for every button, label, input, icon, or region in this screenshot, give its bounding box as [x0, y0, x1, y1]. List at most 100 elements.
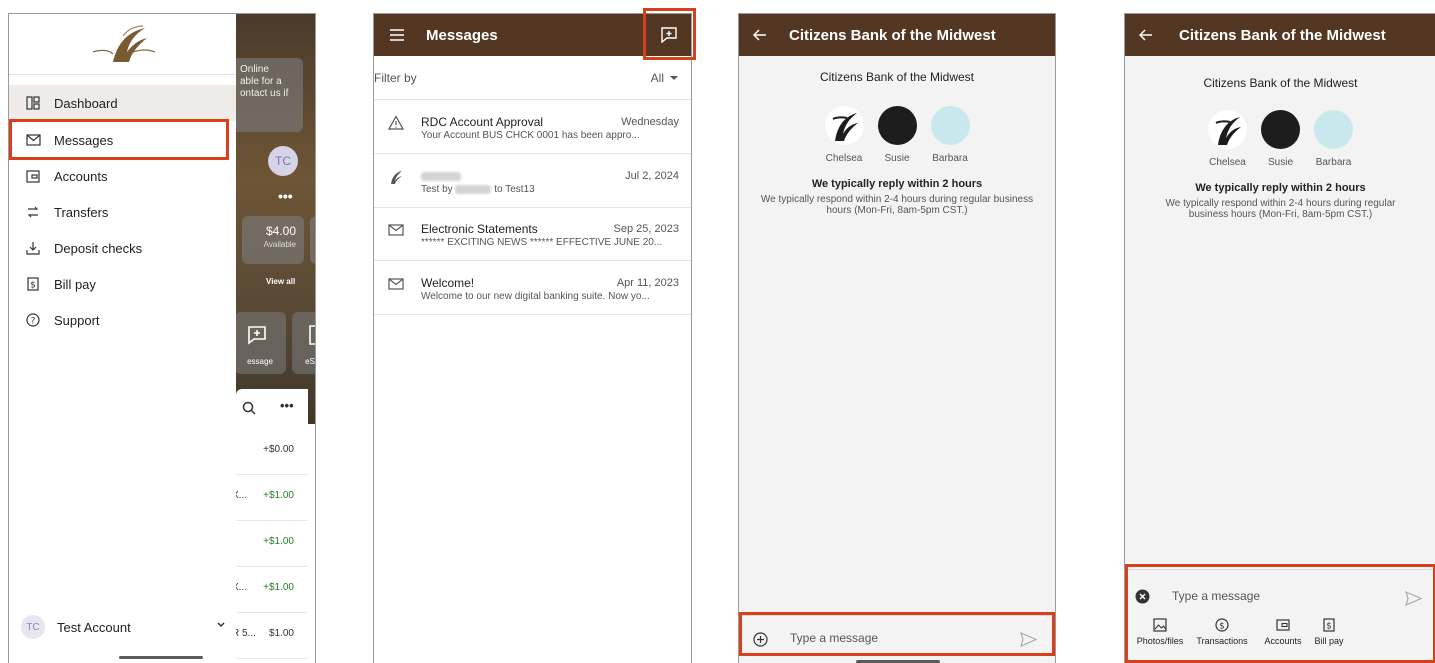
message-row[interactable]: Jul 2, 2024 Test by to Test13 [374, 155, 691, 208]
message-preview: ****** EXCITING NEWS ****** EFFECTIVE JU… [421, 237, 663, 248]
more-icon[interactable]: ••• [280, 398, 294, 413]
attach-accounts-button[interactable]: Accounts [1259, 618, 1307, 646]
help-icon: ? [25, 312, 41, 328]
attach-photos-button[interactable]: Photos/files [1133, 618, 1187, 646]
back-arrow-icon[interactable] [753, 29, 767, 41]
new-message-icon [248, 326, 266, 345]
banner-line: able for a [240, 76, 282, 87]
transaction-amount: $1.00 [268, 628, 294, 639]
banner-line: Online [240, 64, 269, 75]
message-subject: Welcome! [421, 276, 475, 290]
transaction-amount: +$1.00 [263, 490, 294, 501]
page-title: Citizens Bank of the Midwest [789, 26, 996, 44]
message-row[interactable]: Electronic Statements Sep 25, 2023 *****… [374, 208, 691, 261]
menu-item-deposit-checks[interactable]: Deposit checks [9, 230, 236, 266]
attach-transactions-button[interactable]: $ Transactions [1191, 618, 1253, 646]
transaction-desc: X... [236, 490, 248, 501]
warning-icon [388, 115, 404, 130]
menu-item-label: Support [54, 312, 100, 328]
wallet-icon [25, 168, 41, 184]
more-icon[interactable]: ••• [278, 188, 293, 204]
send-icon[interactable] [1020, 632, 1037, 647]
conversation-screen: Citizens Bank of the Midwest Citizens Ba… [738, 13, 1056, 663]
agent-name: Chelsea [825, 153, 863, 164]
quick-action-label: eStater [305, 357, 316, 366]
avatar[interactable]: TC [268, 146, 298, 176]
wallet-icon [1276, 619, 1290, 631]
mail-icon [388, 278, 404, 290]
menu-icon[interactable] [390, 29, 404, 41]
messages-screen: Messages Filter by All RDC Account Appro… [373, 13, 692, 663]
message-input[interactable]: Type a message [1172, 589, 1260, 603]
dashboard-icon [25, 95, 41, 111]
transaction-row[interactable]: +$0.00 [236, 429, 308, 475]
message-row[interactable]: RDC Account Approval Wednesday Your Acco… [374, 101, 691, 154]
transaction-row[interactable]: X... +$1.00 [236, 567, 308, 613]
balance-card[interactable] [310, 216, 315, 264]
transaction-amount: +$1.00 [263, 582, 294, 593]
transactions-list: ••• +$0.00 X... +$1.00 +$1.00 X... +$1.0… [236, 389, 308, 663]
agent-name: Susie [1267, 157, 1293, 168]
svg-text:?: ? [31, 317, 36, 327]
account-name: Test Account [57, 619, 131, 635]
transfer-icon [25, 204, 41, 220]
quick-action-estatements[interactable]: eStater [292, 312, 316, 374]
message-input[interactable]: Type a message [790, 631, 878, 645]
agent-chelsea: Chelsea [1201, 110, 1254, 168]
balance-card[interactable]: $4.00 Available [242, 216, 304, 264]
chevron-down-icon [217, 622, 225, 628]
add-circle-icon[interactable] [753, 632, 768, 647]
view-all-link[interactable]: View all [266, 277, 295, 286]
new-message-icon[interactable] [661, 27, 677, 43]
message-date: Apr 11, 2023 [616, 277, 679, 289]
top-app-bar: Citizens Bank of the Midwest [739, 14, 1055, 56]
agent-list: Chelsea Susie Barbara [739, 106, 1055, 164]
dollar-circle-icon: $ [1215, 618, 1229, 632]
avatar [877, 106, 917, 145]
quick-action-new-message[interactable]: essage [236, 312, 286, 374]
close-circle-icon[interactable] [1135, 589, 1150, 604]
agent-name: Barbara [1315, 157, 1352, 168]
search-icon[interactable] [242, 401, 256, 415]
conversation-attach-screen: Citizens Bank of the Midwest Citizens Ba… [1124, 13, 1435, 663]
filter-select[interactable]: All [651, 71, 679, 85]
menu-item-bill-pay[interactable]: $ Bill pay [9, 266, 236, 302]
eagle-icon [391, 171, 402, 184]
agent-susie: Susie [1254, 110, 1307, 168]
bank-name: Citizens Bank of the Midwest [819, 70, 975, 84]
bank-logo [92, 25, 156, 62]
avatar [1261, 110, 1300, 149]
menu-item-dashboard[interactable]: Dashboard [9, 85, 236, 121]
transaction-row[interactable]: R 5... $1.00 [236, 613, 308, 659]
drawer-screen: Online able for a ontact us if TC ••• $4… [8, 13, 316, 663]
filter-bar: Filter by All [374, 56, 691, 100]
menu-item-label: Deposit checks [54, 240, 143, 256]
message-composer: Type a message Photos/files $ Transactio… [1125, 569, 1435, 663]
mail-icon [388, 224, 404, 236]
menu-item-messages[interactable]: Messages [9, 122, 236, 158]
send-icon[interactable] [1405, 591, 1422, 606]
message-preview: Welcome to our new digital banking suite… [421, 291, 650, 302]
menu-item-label: Messages [54, 132, 114, 148]
attach-bill-pay-button[interactable]: $ Bill pay [1311, 618, 1347, 646]
message-row[interactable]: Welcome! Apr 11, 2023 Welcome to our new… [374, 262, 691, 315]
account-switcher[interactable]: TC Test Account [9, 612, 236, 642]
menu-item-support[interactable]: ? Support [9, 302, 236, 338]
attach-label: Transactions [1196, 636, 1248, 646]
bank-name: Citizens Bank of the Midwest [1203, 76, 1358, 90]
message-date: Jul 2, 2024 [625, 170, 679, 182]
reply-time-heading: We typically reply within 2 hours [1195, 182, 1366, 194]
transaction-row[interactable]: X... +$1.00 [236, 475, 308, 521]
divider [9, 74, 236, 75]
transaction-desc: R 5... [236, 628, 256, 639]
message-subject [421, 169, 461, 183]
back-arrow-icon[interactable] [1139, 29, 1153, 41]
transaction-row[interactable]: +$1.00 [236, 521, 308, 567]
menu-item-transfers[interactable]: Transfers [9, 194, 236, 230]
attach-label: Bill pay [1314, 636, 1344, 646]
transaction-amount: +$1.00 [263, 536, 294, 547]
menu-item-accounts[interactable]: Accounts [9, 158, 236, 194]
dollar-icon: $ [25, 276, 41, 292]
agent-name: Chelsea [1209, 157, 1246, 168]
filter-label: Filter by [374, 70, 417, 85]
